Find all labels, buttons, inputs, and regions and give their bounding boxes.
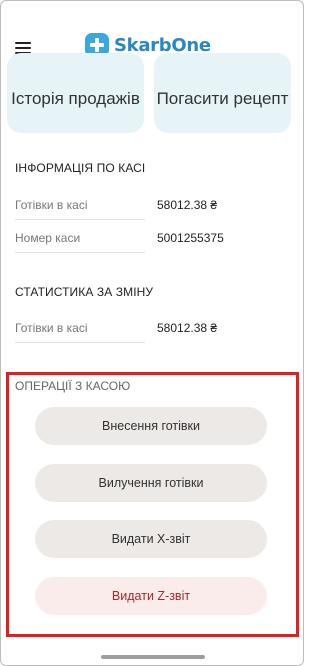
register-number-value: 5001255375 bbox=[157, 231, 224, 245]
row-divider bbox=[15, 219, 145, 220]
sales-history-tile[interactable]: Історія продажів bbox=[7, 53, 144, 133]
cash-deposit-button[interactable]: Внесення готівки bbox=[35, 407, 267, 445]
shift-cash-value: 58012.38 ₴ bbox=[157, 321, 218, 335]
shift-cash-label: Готівки в касі bbox=[15, 321, 88, 335]
register-number-label: Номер каси bbox=[15, 231, 81, 245]
x-report-button[interactable]: Видати X-звіт bbox=[35, 520, 267, 558]
app-screen: SkarbOne Історія продажів Погасити рецеп… bbox=[0, 0, 304, 666]
row-divider bbox=[15, 252, 145, 253]
home-indicator[interactable] bbox=[101, 655, 205, 659]
cash-withdrawal-button[interactable]: Вилучення готівки bbox=[35, 464, 267, 502]
cash-in-register-value: 58012.38 ₴ bbox=[157, 198, 218, 212]
register-info-title: ІНФОРМАЦІЯ ПО КАСІ bbox=[15, 161, 146, 175]
shift-stats-title: СТАТИСТИКА ЗА ЗМІНУ bbox=[15, 285, 154, 299]
repay-receipt-tile[interactable]: Погасити рецепт bbox=[154, 53, 291, 133]
z-report-button[interactable]: Видати Z-звіт bbox=[35, 577, 267, 615]
row-divider bbox=[15, 342, 145, 343]
cash-operations-title: ОПЕРАЦІЇ З КАСОЮ bbox=[15, 379, 131, 393]
cash-in-register-label: Готівки в касі bbox=[15, 198, 88, 212]
